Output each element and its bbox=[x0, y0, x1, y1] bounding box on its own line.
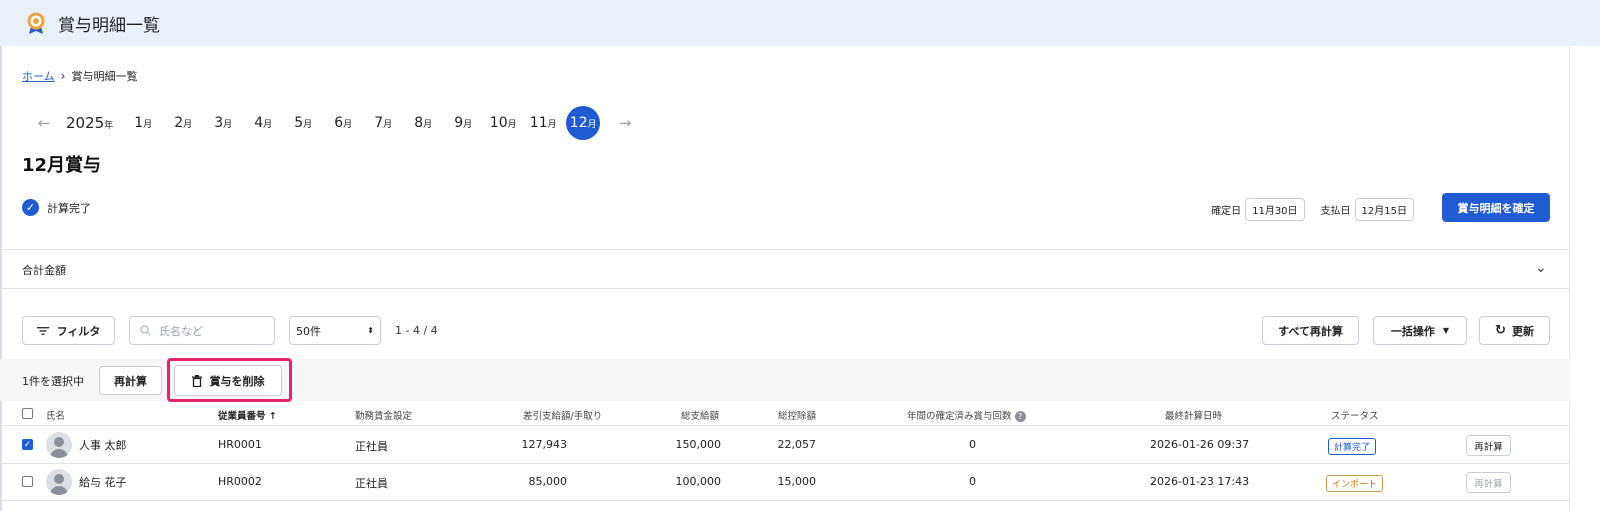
bulk-actions-dropdown[interactable]: 一括操作 ▼ bbox=[1373, 316, 1467, 345]
gross-amount: 150,000 bbox=[675, 438, 722, 451]
pay-date-label: 支払日 bbox=[1320, 206, 1351, 217]
col-gross[interactable]: 総支給額 bbox=[681, 408, 719, 422]
recalc-all-button[interactable]: すべて再計算 bbox=[1262, 316, 1359, 345]
refresh-button[interactable]: ↻ 更新 bbox=[1479, 316, 1550, 345]
app-title: 賞与明細一覧 bbox=[58, 15, 160, 36]
month-9[interactable]: 9月 bbox=[443, 115, 483, 131]
breadcrumb-current: 賞与明細一覧 bbox=[71, 70, 138, 83]
employee-no: HR0001 bbox=[218, 438, 262, 451]
refresh-label: 更新 bbox=[1511, 324, 1534, 338]
breadcrumb-home-link[interactable]: ホーム bbox=[22, 68, 55, 84]
confirmed-count: 0 bbox=[969, 438, 976, 451]
month-1[interactable]: 1月 bbox=[123, 115, 163, 131]
filter-icon bbox=[36, 326, 49, 335]
app-header: 賞与明細一覧 bbox=[0, 0, 1600, 46]
month-7[interactable]: 7月 bbox=[363, 115, 403, 131]
divider bbox=[0, 288, 1570, 289]
row-checkbox[interactable] bbox=[22, 476, 33, 487]
page-size-value: 50件 bbox=[296, 324, 321, 338]
month-2[interactable]: 2月 bbox=[163, 115, 203, 131]
wage-setting: 正社員 bbox=[355, 477, 388, 490]
net-amount: 85,000 bbox=[528, 475, 568, 488]
col-net[interactable]: 差引支給額/手取り bbox=[523, 408, 602, 422]
confirmed-count: 0 bbox=[969, 475, 976, 488]
select-arrows-icon: ⬍ bbox=[367, 326, 374, 335]
result-count: 1 - 4 / 4 bbox=[395, 324, 438, 337]
table-row[interactable]: ✓ 人事 太郎 HR0001 正社員 127,943 150,000 22,05… bbox=[0, 427, 1570, 464]
month-12-active[interactable]: 12 月 bbox=[566, 106, 601, 140]
summary-label[interactable]: 合計金額 bbox=[22, 262, 66, 278]
filter-button[interactable]: フィルタ bbox=[22, 316, 115, 345]
search-input[interactable]: 氏名など bbox=[129, 316, 275, 345]
avatar bbox=[46, 469, 72, 495]
row-checkbox-checked[interactable]: ✓ bbox=[22, 439, 33, 450]
employee-no: HR0002 bbox=[218, 475, 262, 488]
table-header: 氏名 従業員番号 ↑ 勤務賃金設定 差引支給額/手取り 総支給額 総控除額 年間… bbox=[0, 402, 1570, 426]
caret-down-icon: ▼ bbox=[1442, 326, 1450, 335]
month-10[interactable]: 10月 bbox=[483, 115, 523, 131]
month-8[interactable]: 8月 bbox=[403, 115, 443, 131]
select-all-checkbox[interactable] bbox=[22, 408, 33, 419]
calc-status-label: 計算完了 bbox=[47, 201, 91, 215]
gross-amount: 100,000 bbox=[675, 475, 722, 488]
employee-name[interactable]: 給与 花子 bbox=[79, 474, 127, 490]
table-row[interactable]: 給与 花子 HR0002 正社員 85,000 100,000 15,000 0… bbox=[0, 464, 1570, 501]
confirm-date-value[interactable]: 11月30日 bbox=[1245, 198, 1305, 221]
breadcrumb: ホーム › 賞与明細一覧 bbox=[22, 68, 137, 84]
next-month-arrow-icon[interactable]: → bbox=[617, 114, 633, 132]
month-6[interactable]: 6月 bbox=[323, 115, 363, 131]
month-5[interactable]: 5月 bbox=[283, 115, 323, 131]
status-badge: 計算完了 bbox=[1328, 438, 1377, 455]
row-recalc-button-disabled[interactable]: 再計算 bbox=[1466, 472, 1511, 493]
search-placeholder: 氏名など bbox=[159, 324, 203, 338]
chevron-right-icon: › bbox=[60, 69, 66, 83]
page-title: 12月賞与 bbox=[22, 155, 102, 176]
month-4[interactable]: 4月 bbox=[243, 115, 283, 131]
wage-setting: 正社員 bbox=[355, 440, 388, 453]
prev-month-arrow-icon[interactable]: ← bbox=[36, 114, 52, 132]
col-deduction[interactable]: 総控除額 bbox=[778, 408, 816, 422]
list-toolbar: フィルタ 氏名など 50件 ⬍ 1 - 4 / 4 bbox=[22, 316, 438, 345]
year-label: 2025年 bbox=[66, 114, 114, 132]
help-icon[interactable]: ? bbox=[1014, 411, 1026, 422]
calc-status: ✓ 計算完了 bbox=[22, 199, 91, 216]
deduction-amount: 15,000 bbox=[777, 475, 817, 488]
col-last-calc[interactable]: 最終計算日時 bbox=[1165, 408, 1222, 422]
status-badge: インポート bbox=[1326, 475, 1384, 492]
check-circle-icon: ✓ bbox=[22, 199, 39, 216]
recalc-selected-button[interactable]: 再計算 bbox=[99, 366, 162, 395]
refresh-icon: ↻ bbox=[1495, 323, 1506, 338]
selection-count: 1件を選択中 bbox=[22, 375, 84, 388]
last-calc-time: 2026-01-23 17:43 bbox=[1150, 475, 1250, 488]
bonus-medal-icon bbox=[27, 12, 45, 34]
divider bbox=[0, 249, 1570, 250]
month-navigator: ← 2025年 1月 2月 3月 4月 5月 6月 7月 8月 9月 10月 1… bbox=[36, 106, 633, 140]
deduction-amount: 22,057 bbox=[777, 438, 817, 451]
month-11[interactable]: 11月 bbox=[523, 115, 563, 131]
month-3[interactable]: 3月 bbox=[203, 115, 243, 131]
bulk-actions-label: 一括操作 bbox=[1390, 324, 1435, 338]
col-name[interactable]: 氏名 bbox=[46, 408, 65, 422]
col-status[interactable]: ステータス bbox=[1331, 408, 1379, 422]
col-employee-no[interactable]: 従業員番号 ↑ bbox=[218, 408, 277, 422]
chevron-down-icon[interactable]: ⌄ bbox=[1535, 260, 1547, 276]
net-amount: 127,943 bbox=[521, 438, 568, 451]
col-confirmed-count[interactable]: 年間の確定済み賞与回数? bbox=[907, 408, 1026, 422]
row-recalc-button[interactable]: 再計算 bbox=[1466, 435, 1511, 456]
page-size-select[interactable]: 50件 ⬍ bbox=[289, 316, 381, 345]
last-calc-time: 2026-01-26 09:37 bbox=[1150, 438, 1250, 451]
confirm-bonus-button[interactable]: 賞与明細を確定 bbox=[1442, 193, 1550, 222]
employee-name[interactable]: 人事 太郎 bbox=[79, 437, 127, 453]
search-icon bbox=[140, 325, 151, 336]
highlight-frame bbox=[167, 358, 292, 402]
bonus-dates: 確定日 11月30日 支払日 12月15日 bbox=[1211, 198, 1414, 221]
avatar bbox=[46, 432, 72, 458]
sort-up-arrow-icon: ↑ bbox=[268, 411, 277, 422]
filter-label: フィルタ bbox=[56, 324, 101, 338]
pay-date-value[interactable]: 12月15日 bbox=[1354, 198, 1414, 221]
confirm-date-label: 確定日 bbox=[1211, 206, 1242, 217]
col-wage-setting[interactable]: 勤務賃金設定 bbox=[355, 408, 412, 422]
